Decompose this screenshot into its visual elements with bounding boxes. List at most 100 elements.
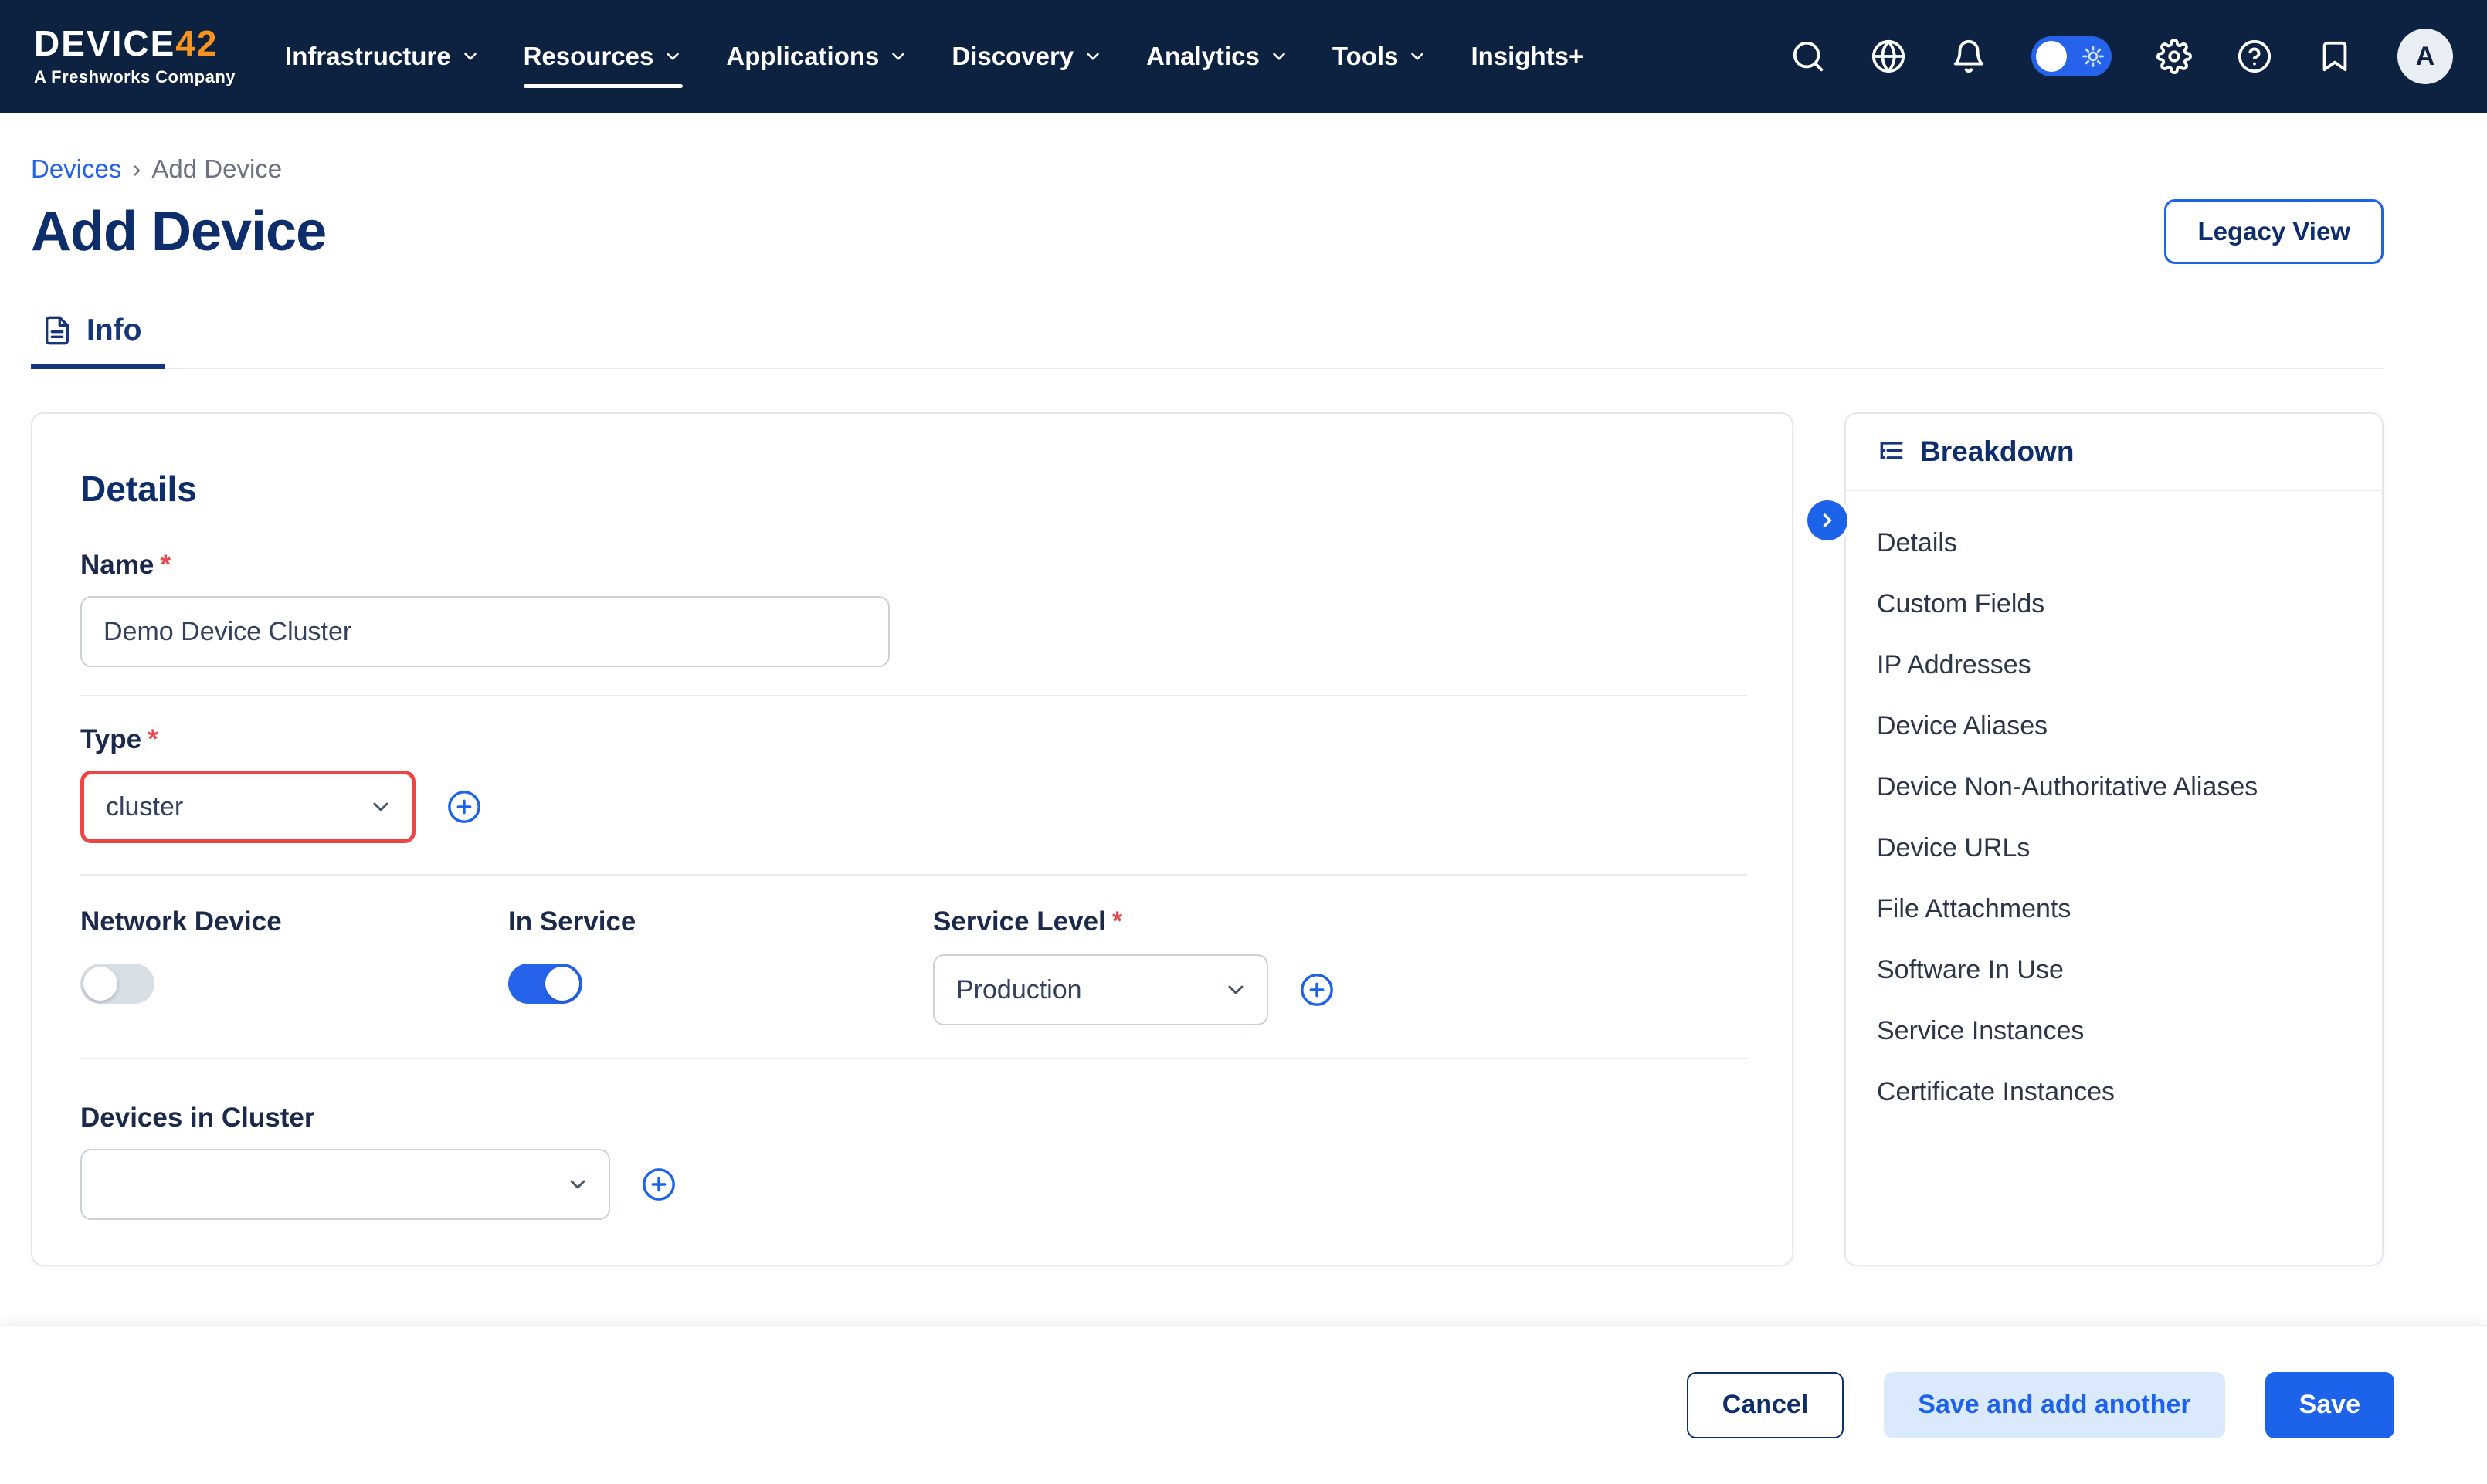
divider bbox=[80, 695, 1747, 696]
nav-item-label: Applications bbox=[726, 42, 879, 71]
help-icon[interactable] bbox=[2237, 39, 2272, 74]
add-service-level-icon[interactable] bbox=[1299, 972, 1335, 1008]
page-header: Add Device Legacy View bbox=[31, 199, 2384, 264]
in-service-label: In Service bbox=[508, 906, 933, 937]
toggle-knob bbox=[2036, 41, 2067, 72]
breadcrumb: Devices › Add Device bbox=[31, 154, 2384, 184]
network-device-field: Network Device bbox=[80, 906, 508, 1025]
chevron-down-icon bbox=[368, 795, 393, 819]
breakdown-item-service-instances[interactable]: Service Instances bbox=[1877, 1001, 2351, 1062]
document-icon bbox=[42, 315, 73, 346]
nav-item-label: Infrastructure bbox=[285, 42, 451, 71]
page-title: Add Device bbox=[31, 200, 326, 263]
breakdown-header: Breakdown bbox=[1846, 414, 2382, 491]
required-marker: * bbox=[148, 724, 158, 755]
chevron-down-icon bbox=[565, 1172, 590, 1197]
name-label-text: Name bbox=[80, 550, 154, 581]
chevron-down-icon bbox=[888, 46, 908, 66]
nav-item-insights-plus[interactable]: Insights+ bbox=[1471, 29, 1583, 83]
in-service-toggle[interactable] bbox=[508, 964, 582, 1004]
breakdown-item-non-authoritative-aliases[interactable]: Device Non-Authoritative Aliases bbox=[1877, 757, 2351, 818]
nav-item-analytics[interactable]: Analytics bbox=[1146, 29, 1289, 83]
service-level-select-row: Production bbox=[933, 954, 1747, 1025]
breakdown-item-details[interactable]: Details bbox=[1877, 513, 2351, 574]
save-and-add-another-button[interactable]: Save and add another bbox=[1884, 1372, 2224, 1438]
collapse-panel-button[interactable] bbox=[1807, 500, 1847, 540]
nav-item-label: Tools bbox=[1332, 42, 1399, 71]
toggle-knob bbox=[545, 967, 579, 1001]
cancel-button[interactable]: Cancel bbox=[1687, 1372, 1844, 1438]
service-level-select-value: Production bbox=[956, 975, 1082, 1005]
required-marker: * bbox=[1112, 906, 1123, 937]
breakdown-title: Breakdown bbox=[1920, 435, 2074, 468]
breakdown-item-ip-addresses[interactable]: IP Addresses bbox=[1877, 635, 2351, 696]
add-device-icon[interactable] bbox=[641, 1167, 677, 1202]
devices-in-cluster-label-text: Devices in Cluster bbox=[80, 1103, 314, 1133]
type-select-value: cluster bbox=[106, 792, 183, 822]
breakdown-item-certificate-instances[interactable]: Certificate Instances bbox=[1877, 1062, 2351, 1123]
chevron-down-icon bbox=[460, 46, 480, 66]
chevron-down-icon bbox=[1223, 977, 1248, 1002]
service-level-label: Service Level * bbox=[933, 906, 1747, 937]
tab-info[interactable]: Info bbox=[31, 313, 165, 369]
breakdown-item-device-urls[interactable]: Device URLs bbox=[1877, 818, 2351, 879]
breadcrumb-separator: › bbox=[132, 154, 141, 184]
tabs-row: Info bbox=[31, 313, 2384, 369]
breakdown-item-device-aliases[interactable]: Device Aliases bbox=[1877, 696, 2351, 757]
footer-action-bar: Cancel Save and add another Save bbox=[0, 1325, 2487, 1484]
search-icon[interactable] bbox=[1790, 39, 1826, 74]
chevron-down-icon bbox=[663, 46, 683, 66]
nav-item-applications[interactable]: Applications bbox=[726, 29, 908, 83]
type-select[interactable]: cluster bbox=[80, 771, 416, 843]
cards-row: Details Name * Type * cluster bbox=[31, 412, 2384, 1266]
type-select-row: cluster bbox=[80, 771, 1747, 843]
network-device-label: Network Device bbox=[80, 906, 508, 937]
name-input[interactable] bbox=[80, 596, 890, 667]
sun-icon bbox=[2082, 45, 2105, 68]
gear-icon[interactable] bbox=[2156, 39, 2192, 74]
service-level-field: Service Level * Production bbox=[933, 906, 1747, 1025]
network-device-toggle[interactable] bbox=[80, 964, 154, 1004]
nav-item-resources[interactable]: Resources bbox=[524, 29, 684, 83]
toggle-knob bbox=[83, 967, 117, 1001]
user-avatar[interactable]: A bbox=[2397, 29, 2453, 84]
nav-item-tools[interactable]: Tools bbox=[1332, 29, 1428, 83]
main-menu: Infrastructure Resources Applications Di… bbox=[285, 29, 1583, 83]
logo-device-text: DEVICE bbox=[34, 23, 175, 63]
logo-wordmark: DEVICE42 bbox=[34, 25, 236, 61]
divider bbox=[80, 874, 1747, 876]
chevron-down-icon bbox=[1083, 46, 1103, 66]
top-nav: DEVICE42 A Freshworks Company Infrastruc… bbox=[0, 0, 2487, 113]
in-service-field: In Service bbox=[508, 906, 933, 1025]
bell-icon[interactable] bbox=[1951, 39, 1987, 74]
breadcrumb-current: Add Device bbox=[151, 154, 282, 184]
nav-item-infrastructure[interactable]: Infrastructure bbox=[285, 29, 480, 83]
devices-in-cluster-label: Devices in Cluster bbox=[80, 1103, 1747, 1133]
breadcrumb-devices-link[interactable]: Devices bbox=[31, 154, 121, 184]
nav-item-label: Discovery bbox=[952, 42, 1074, 71]
logo-tagline: A Freshworks Company bbox=[34, 67, 236, 87]
page-content: Devices › Add Device Add Device Legacy V… bbox=[0, 154, 2487, 1266]
name-label: Name * bbox=[80, 550, 1747, 581]
chevron-right-icon bbox=[1817, 510, 1838, 531]
breakdown-item-custom-fields[interactable]: Custom Fields bbox=[1877, 574, 2351, 635]
device42-logo[interactable]: DEVICE42 A Freshworks Company bbox=[34, 25, 236, 87]
bookmark-icon[interactable] bbox=[2317, 39, 2353, 74]
service-level-select[interactable]: Production bbox=[933, 954, 1268, 1025]
nav-utilities: A bbox=[1790, 29, 2453, 84]
breakdown-icon bbox=[1877, 437, 1906, 466]
breakdown-item-file-attachments[interactable]: File Attachments bbox=[1877, 879, 2351, 940]
add-type-icon[interactable] bbox=[446, 789, 482, 825]
nav-item-label: Insights+ bbox=[1471, 42, 1583, 71]
required-marker: * bbox=[160, 550, 171, 581]
globe-icon[interactable] bbox=[1871, 39, 1906, 74]
nav-item-discovery[interactable]: Discovery bbox=[952, 29, 1103, 83]
network-device-label-text: Network Device bbox=[80, 906, 282, 937]
devices-in-cluster-select[interactable] bbox=[80, 1149, 610, 1220]
legacy-view-button[interactable]: Legacy View bbox=[2164, 199, 2384, 264]
save-button[interactable]: Save bbox=[2265, 1372, 2394, 1438]
breakdown-item-software-in-use[interactable]: Software In Use bbox=[1877, 940, 2351, 1001]
theme-toggle[interactable] bbox=[2031, 36, 2112, 76]
details-section-title: Details bbox=[80, 468, 1747, 510]
type-label: Type * bbox=[80, 724, 1747, 755]
